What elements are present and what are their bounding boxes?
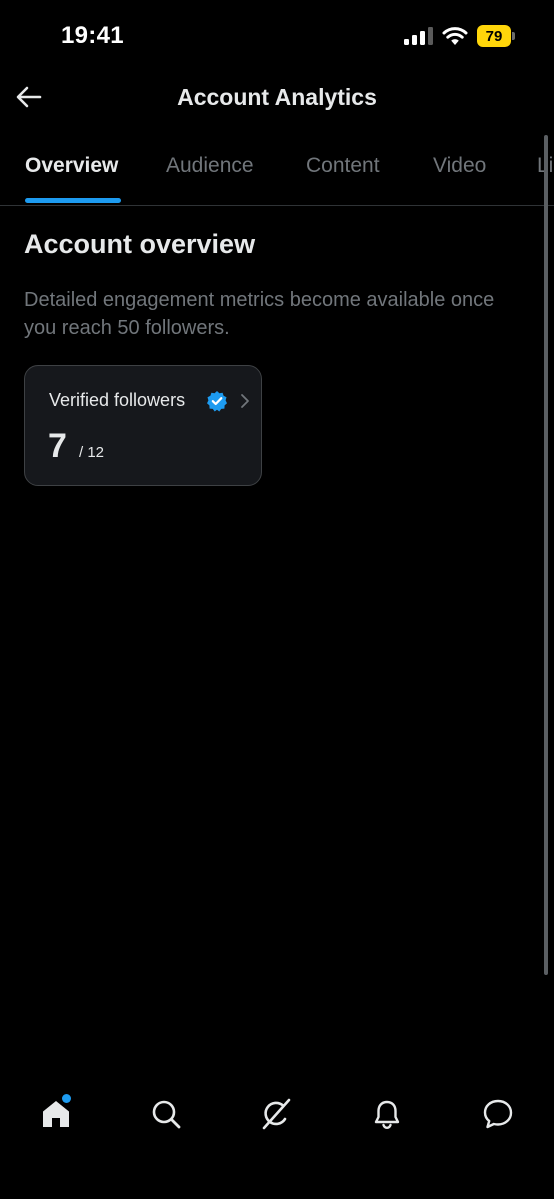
wifi-icon [442,27,468,45]
verified-followers-total: / 12 [79,444,105,461]
active-tab-indicator [25,198,121,203]
verified-badge-icon [207,391,227,412]
section-title: Account overview [24,229,256,259]
status-bar: 19:41 79 [0,0,554,70]
page-title: Account Analytics [177,84,377,110]
grok-icon [262,1098,291,1130]
verified-followers-count: 7 [48,427,67,465]
header: Account Analytics [0,70,554,128]
analytics-screen: 19:41 79 Account Analytics Overview Audi… [0,0,554,1199]
nav-notifications[interactable] [369,1096,405,1132]
battery-indicator: 79 [477,25,517,47]
battery-level: 79 [477,25,511,47]
bottom-navigation [0,1080,554,1152]
bell-icon [374,1100,400,1130]
search-icon [152,1100,181,1129]
status-time: 19:41 [61,22,124,49]
section-description: Detailed engagement metrics become avail… [24,289,495,339]
tab-overview[interactable]: Overview [25,154,118,178]
scrollbar[interactable] [544,135,548,975]
tab-content[interactable]: Content [306,154,380,178]
card-label: Verified followers [49,390,186,410]
messages-icon [483,1099,513,1129]
tab-bar: Overview Audience Content Video Li [0,140,554,206]
nav-messages[interactable] [480,1096,516,1132]
chevron-right-icon [241,394,249,408]
tab-video[interactable]: Video [433,154,486,178]
tab-audience[interactable]: Audience [166,154,254,178]
home-unread-dot [62,1094,71,1103]
nav-search[interactable] [148,1096,184,1132]
verified-followers-card[interactable]: Verified followers 7 / 12 [24,365,262,486]
nav-grok[interactable] [258,1096,294,1132]
cellular-signal-icon [404,27,433,45]
battery-cap [512,32,515,40]
